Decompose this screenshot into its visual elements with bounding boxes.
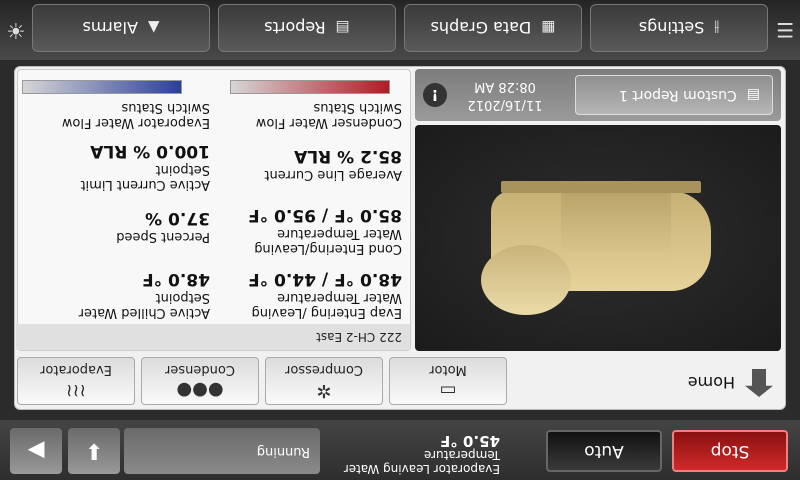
- settings-label: Settings: [638, 18, 705, 38]
- unit-name: 222 CH-2 East: [16, 324, 410, 350]
- status-bar: Stop Auto Evaporator Leaving Water Tempe…: [0, 420, 800, 480]
- evaporator-leaving-temp: Evaporator Leaving Water Temperature 45.…: [320, 432, 500, 476]
- compressor-icon: ✲: [316, 380, 332, 402]
- tab-motor-label: Motor: [429, 362, 467, 378]
- auto-button[interactable]: Auto: [546, 430, 662, 472]
- cond-temp-label-2: Water Temperature: [277, 226, 402, 241]
- chiller-base: [501, 181, 701, 193]
- reports-button[interactable]: ▤ Reports: [218, 4, 396, 52]
- leaving-value: 45.0 °F: [440, 432, 500, 450]
- chiller-controller-screen: Stop Auto Evaporator Leaving Water Tempe…: [0, 0, 800, 480]
- chilled-water-label: Active Chilled Water: [78, 305, 210, 320]
- condenser-flow-bar: [230, 80, 390, 94]
- data-graphs-button[interactable]: ▦ Data Graphs: [404, 4, 582, 52]
- settings-button[interactable]: ⫲ Settings: [590, 4, 768, 52]
- back-button[interactable]: ▶: [10, 428, 62, 474]
- custom-report-label: Custom Report 1: [618, 87, 737, 103]
- home-nav: Home ▭ Motor ✲ Compressor ●●● Condenser …: [13, 355, 785, 409]
- data-graphs-label: Data Graphs: [430, 18, 532, 38]
- chiller-compressor: [481, 245, 571, 315]
- cond-flow-label-2: Switch Status: [313, 100, 402, 115]
- evaporator-flow-bar: [22, 80, 182, 94]
- tab-condenser-label: Condenser: [165, 362, 235, 378]
- current-limit-value: 100.0 % RLA: [90, 141, 210, 161]
- tab-compressor-label: Compressor: [285, 362, 363, 378]
- tab-evaporator-label: Evaporator: [40, 362, 112, 378]
- reports-label: Reports: [264, 18, 326, 38]
- data-panel: 222 CH-2 East Evap Entering /Leaving Wat…: [16, 69, 411, 351]
- menu-icon[interactable]: ☰: [776, 18, 794, 42]
- report-icon: ▤: [746, 87, 760, 103]
- tab-compressor[interactable]: ✲ Compressor: [265, 357, 383, 405]
- cond-temp-label: Cond Entering/Leaving: [254, 241, 402, 256]
- current-limit-label: Active Current Limit: [80, 177, 210, 192]
- home-icon: [745, 369, 773, 397]
- chilled-water-cell: Active Chilled Water Setpoint 48.0 °F: [20, 268, 210, 320]
- datetime: 11/16/2012 08:28 AM: [455, 77, 555, 113]
- tab-evaporator[interactable]: ≀≀≀ Evaporator: [17, 357, 135, 405]
- evaporator-icon: ≀≀≀: [65, 380, 87, 402]
- home-label: Home: [687, 373, 735, 393]
- stop-button[interactable]: Stop: [672, 430, 788, 472]
- report-icon: ▤: [335, 19, 350, 37]
- leaving-label-2: Temperature: [423, 448, 500, 462]
- evap-flow-cell: Evaporator Water Flow Switch Status: [20, 100, 210, 130]
- evap-temp-value: 48.0 °F / 44.0 °F: [248, 269, 402, 289]
- home-button[interactable]: Home: [673, 363, 773, 403]
- avg-current-cell: Average Line Current 85.2 % RLA: [212, 145, 402, 182]
- info-bar: ▤ Custom Report 1 11/16/2012 08:28 AM !: [415, 69, 781, 121]
- tab-condenser[interactable]: ●●● Condenser: [141, 357, 259, 405]
- percent-speed-cell: Percent Speed 37.0 %: [20, 207, 210, 244]
- chilled-water-value: 48.0 °F: [142, 269, 210, 289]
- running-status: Running: [124, 428, 320, 474]
- evap-temp-label: Evap Entering /Leaving: [251, 305, 402, 320]
- custom-report-button[interactable]: ▤ Custom Report 1: [575, 75, 773, 115]
- date: 11/16/2012: [467, 97, 543, 112]
- current-limit-cell: Active Current Limit Setpoint 100.0 % RL…: [20, 140, 210, 192]
- cond-flow-label: Condenser Water Flow: [255, 115, 402, 130]
- motor-icon: ▭: [439, 380, 457, 402]
- settings-icon: ⫲: [714, 19, 720, 37]
- chiller-image: [415, 125, 781, 351]
- tab-motor[interactable]: ▭ Motor: [389, 357, 507, 405]
- avg-current-value: 85.2 % RLA: [294, 146, 402, 166]
- brightness-icon[interactable]: ☀: [6, 17, 26, 42]
- cond-temp-value: 85.0 °F / 95.0 °F: [248, 205, 402, 225]
- bell-icon: ▲: [147, 19, 160, 37]
- chiller-control-box: [561, 181, 671, 261]
- time: 08:28 AM: [474, 79, 536, 94]
- leaving-label-1: Evaporator Leaving Water: [343, 462, 500, 476]
- condenser-icon: ●●●: [176, 380, 224, 402]
- home-shortcut-button[interactable]: ⬇: [68, 428, 120, 474]
- graph-icon: ▦: [541, 19, 556, 37]
- cond-flow-cell: Condenser Water Flow Switch Status: [212, 100, 402, 130]
- top-nav: ☰ ⫲ Settings ▦ Data Graphs ▤ Reports ▲ A…: [0, 0, 800, 60]
- current-limit-label-2: Setpoint: [155, 162, 210, 177]
- alarms-button[interactable]: ▲ Alarms: [32, 4, 210, 52]
- chilled-water-label-2: Setpoint: [155, 290, 210, 305]
- percent-speed-label: Percent Speed: [116, 229, 210, 244]
- evap-temp-label-2: Water Temperature: [277, 290, 402, 305]
- evap-flow-label: Evaporator Water Flow: [61, 115, 210, 130]
- back-arrow-icon: ▶: [27, 438, 45, 464]
- evap-flow-label-2: Switch Status: [121, 100, 210, 115]
- alarms-label: Alarms: [82, 18, 138, 38]
- alert-icon[interactable]: !: [423, 83, 447, 107]
- percent-speed-value: 37.0 %: [145, 208, 210, 228]
- evap-temp-cell: Evap Entering /Leaving Water Temperature…: [212, 268, 402, 320]
- home-arrow-icon: ⬇: [84, 438, 104, 464]
- cond-temp-cell: Cond Entering/Leaving Water Temperature …: [212, 204, 402, 256]
- avg-current-label: Average Line Current: [264, 167, 402, 182]
- main-panel: Home ▭ Motor ✲ Compressor ●●● Condenser …: [14, 66, 786, 410]
